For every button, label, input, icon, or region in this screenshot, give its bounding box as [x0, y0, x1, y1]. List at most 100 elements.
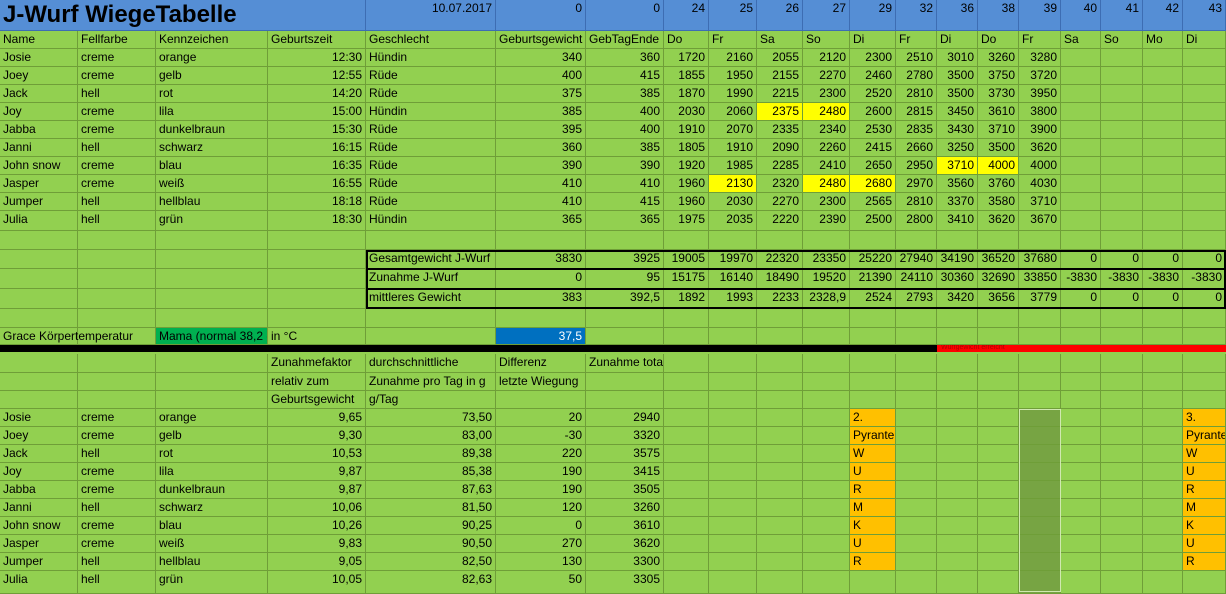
grid-cell[interactable]: [1143, 309, 1183, 328]
puppy-weight[interactable]: 2285: [757, 157, 803, 175]
summary-value[interactable]: 2793: [896, 289, 937, 309]
puppy-fellfarbe[interactable]: hell: [78, 211, 156, 231]
lower-kennzeichen[interactable]: schwarz: [156, 499, 268, 517]
puppy-weight[interactable]: 2030: [664, 103, 709, 121]
grid-cell[interactable]: [1061, 103, 1101, 121]
grid-cell[interactable]: [1183, 571, 1226, 594]
grid-cell[interactable]: [1061, 427, 1101, 445]
grid-cell[interactable]: [156, 289, 268, 309]
grid-cell[interactable]: [664, 354, 709, 373]
grid-cell[interactable]: [709, 463, 757, 481]
puppy-weight[interactable]: 3710: [937, 157, 978, 175]
puppy-weight[interactable]: 1950: [709, 67, 757, 85]
lower-header[interactable]: relativ zum: [268, 373, 366, 391]
grid-cell[interactable]: [850, 373, 896, 391]
temp-value[interactable]: 37,5: [496, 328, 586, 345]
grid-cell[interactable]: [1143, 175, 1183, 193]
puppy-kennzeichen[interactable]: orange: [156, 49, 268, 67]
grid-cell[interactable]: [896, 481, 937, 499]
puppy-weight[interactable]: 2520: [850, 85, 896, 103]
grid-cell[interactable]: [1183, 103, 1226, 121]
durchschnitt-zunahme[interactable]: 87,63: [366, 481, 496, 499]
summary-value[interactable]: 16140: [709, 269, 757, 289]
puppy-weight[interactable]: 2160: [709, 49, 757, 67]
worm-cell-2[interactable]: U: [1183, 463, 1226, 481]
grid-cell[interactable]: [1183, 231, 1226, 250]
grid-cell[interactable]: [896, 427, 937, 445]
lower-fellfarbe[interactable]: creme: [78, 463, 156, 481]
puppy-fellfarbe[interactable]: creme: [78, 67, 156, 85]
puppy-geburtszeit[interactable]: 12:55: [268, 67, 366, 85]
puppy-geschlecht[interactable]: Rüde: [366, 85, 496, 103]
puppy-weight[interactable]: 2035: [709, 211, 757, 231]
zunahmefaktor[interactable]: 10,06: [268, 499, 366, 517]
durchschnitt-zunahme[interactable]: 85,38: [366, 463, 496, 481]
grid-cell[interactable]: [803, 309, 850, 328]
grid-cell[interactable]: [664, 463, 709, 481]
mama-normal[interactable]: Mama (normal 38,2 - 39): [156, 328, 268, 345]
puppy-weight[interactable]: 2600: [850, 103, 896, 121]
selected-cell[interactable]: [1019, 517, 1061, 535]
puppy-geschlecht[interactable]: Rüde: [366, 121, 496, 139]
summary-value[interactable]: 1892: [664, 289, 709, 309]
puppy-weight[interactable]: 3560: [937, 175, 978, 193]
grid-cell[interactable]: [978, 463, 1019, 481]
lower-fellfarbe[interactable]: hell: [78, 445, 156, 463]
puppy-weight[interactable]: 2800: [896, 211, 937, 231]
lower-kennzeichen[interactable]: rot: [156, 445, 268, 463]
puppy-weight[interactable]: 3710: [978, 121, 1019, 139]
grid-cell[interactable]: [1143, 354, 1183, 373]
grid-cell[interactable]: [496, 309, 586, 328]
puppy-name[interactable]: Jasper: [0, 175, 78, 193]
grid-cell[interactable]: [1101, 463, 1143, 481]
grid-cell[interactable]: [1061, 175, 1101, 193]
grid-cell[interactable]: [1019, 373, 1061, 391]
zunahmefaktor[interactable]: 9,65: [268, 409, 366, 427]
grid-cell[interactable]: [78, 269, 156, 289]
lower-fellfarbe[interactable]: hell: [78, 571, 156, 594]
grid-cell[interactable]: [1143, 211, 1183, 231]
column-header[interactable]: Geburtszeit: [268, 31, 366, 49]
grid-cell[interactable]: [1101, 157, 1143, 175]
grid-cell[interactable]: [1143, 571, 1183, 594]
grid-cell[interactable]: [664, 231, 709, 250]
grid-cell[interactable]: [664, 517, 709, 535]
puppy-fellfarbe[interactable]: creme: [78, 157, 156, 175]
lower-header[interactable]: [496, 391, 586, 409]
lower-kennzeichen[interactable]: grün: [156, 571, 268, 594]
puppy-geschlecht[interactable]: Rüde: [366, 193, 496, 211]
worm-cell-2[interactable]: U: [1183, 535, 1226, 553]
summary-value[interactable]: 23350: [803, 250, 850, 269]
puppy-weight[interactable]: 1910: [664, 121, 709, 139]
zunahme-total[interactable]: 3305: [586, 571, 664, 594]
puppy-weight[interactable]: 3610: [978, 103, 1019, 121]
grid-cell[interactable]: [1143, 391, 1183, 409]
puppy-weight[interactable]: 2070: [709, 121, 757, 139]
grid-cell[interactable]: [937, 535, 978, 553]
grid-cell[interactable]: [709, 309, 757, 328]
differenz[interactable]: 120: [496, 499, 586, 517]
grid-cell[interactable]: [937, 391, 978, 409]
grace-label[interactable]: Grace Körpertemperatur: [0, 328, 156, 345]
grid-cell[interactable]: [803, 499, 850, 517]
lower-fellfarbe[interactable]: hell: [78, 553, 156, 571]
grid-cell[interactable]: [586, 231, 664, 250]
grid-cell[interactable]: [757, 481, 803, 499]
grid-cell[interactable]: [896, 231, 937, 250]
grid-cell[interactable]: [757, 517, 803, 535]
puppy-geschlecht[interactable]: Hündin: [366, 49, 496, 67]
grid-cell[interactable]: [896, 535, 937, 553]
puppy-name[interactable]: John snow: [0, 157, 78, 175]
grid-cell[interactable]: [1143, 535, 1183, 553]
spreadsheet[interactable]: J-Wurf WiegeTabelle10.07.2017Tag00242526…: [0, 0, 1226, 594]
grid-cell[interactable]: [937, 553, 978, 571]
grid-cell[interactable]: [1143, 49, 1183, 67]
puppy-geburtsgewicht[interactable]: 360: [496, 139, 586, 157]
grid-cell[interactable]: [1143, 231, 1183, 250]
summary-value[interactable]: 22320: [757, 250, 803, 269]
durchschnitt-zunahme[interactable]: 73,50: [366, 409, 496, 427]
puppy-weight[interactable]: 4030: [1019, 175, 1061, 193]
summary-value[interactable]: 3925: [586, 250, 664, 269]
grid-cell[interactable]: [1061, 157, 1101, 175]
grid-cell[interactable]: [803, 354, 850, 373]
